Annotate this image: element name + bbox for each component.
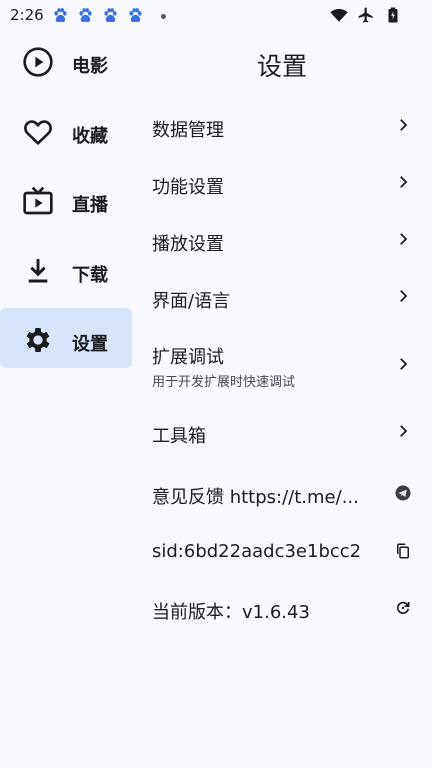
settings-item-subtitle: 用于开发扩展时快速调试 <box>152 375 296 390</box>
sidebar-nav: 电影 收藏 直播 下载 设置 <box>0 30 132 378</box>
refresh-icon[interactable] <box>394 599 412 617</box>
settings-item-label: 工具箱 <box>152 426 206 447</box>
chevron-right-icon <box>394 173 412 191</box>
baidu-paw-icon <box>129 8 142 22</box>
settings-list: 数据管理 功能设置 播放设置 界面/语言 扩展调试 用于开发扩展时快速调试 工具… <box>152 96 412 632</box>
settings-item-label: 扩展调试 <box>152 347 224 368</box>
settings-item-label: 意见反馈 https://t.me/... <box>152 487 359 508</box>
airplane-icon <box>358 7 373 23</box>
status-bar: 2:26 <box>0 0 432 30</box>
chevron-right-icon <box>394 355 412 373</box>
baidu-paw-icon <box>104 8 117 22</box>
sidebar-item-settings[interactable]: 设置 <box>0 308 132 368</box>
baidu-paw-icon <box>54 8 67 22</box>
notification-dot-icon <box>161 14 166 19</box>
settings-item-function[interactable]: 功能设置 <box>152 154 412 211</box>
sidebar-item-downloads[interactable]: 下载 <box>0 239 132 299</box>
sidebar-item-movies[interactable]: 电影 <box>0 30 132 90</box>
sidebar-item-label: 收藏 <box>72 125 108 147</box>
settings-item-toolbox[interactable]: 工具箱 <box>152 401 412 459</box>
settings-item-sid[interactable]: sid:6bd22aadc3e1bcc2 <box>152 516 412 574</box>
heart-icon <box>22 116 54 148</box>
tv-icon <box>22 185 54 217</box>
telegram-icon[interactable] <box>394 484 412 502</box>
chevron-right-icon <box>394 230 412 248</box>
sidebar-item-label: 下载 <box>72 264 108 286</box>
settings-item-label: 界面/语言 <box>152 291 231 312</box>
sidebar-item-label: 电影 <box>72 56 108 77</box>
settings-item-data-management[interactable]: 数据管理 <box>152 96 412 154</box>
settings-item-label: 数据管理 <box>152 120 224 141</box>
status-time: 2:26 <box>10 6 44 24</box>
sidebar-item-live[interactable]: 直播 <box>0 169 132 229</box>
settings-item-playback[interactable]: 播放设置 <box>152 211 412 268</box>
battery-icon <box>388 7 398 23</box>
sidebar-item-label: 直播 <box>72 195 108 216</box>
settings-item-version[interactable]: 当前版本：v1.6.43 <box>152 574 412 632</box>
baidu-paw-icon <box>79 8 92 22</box>
settings-item-interface-language[interactable]: 界面/语言 <box>152 268 412 325</box>
chevron-right-icon <box>394 116 412 134</box>
wifi-icon <box>330 9 348 22</box>
settings-item-label: 功能设置 <box>152 177 224 198</box>
page-title: 设置 <box>256 52 307 81</box>
copy-icon[interactable] <box>394 542 412 560</box>
settings-item-feedback[interactable]: 意见反馈 https://t.me/... <box>152 459 412 516</box>
settings-item-label: sid:6bd22aadc3e1bcc2 <box>152 541 362 562</box>
chevron-right-icon <box>394 422 412 440</box>
sidebar-item-favorites[interactable]: 收藏 <box>0 100 132 160</box>
settings-item-label: 播放设置 <box>152 234 224 255</box>
sidebar-item-label: 设置 <box>72 334 108 355</box>
gear-icon <box>22 324 54 356</box>
chevron-right-icon <box>394 287 412 305</box>
settings-item-extension-debug[interactable]: 扩展调试 用于开发扩展时快速调试 <box>152 325 412 401</box>
play-circle-icon <box>22 46 54 78</box>
settings-item-label: 当前版本：v1.6.43 <box>152 602 310 623</box>
download-icon <box>22 255 54 287</box>
